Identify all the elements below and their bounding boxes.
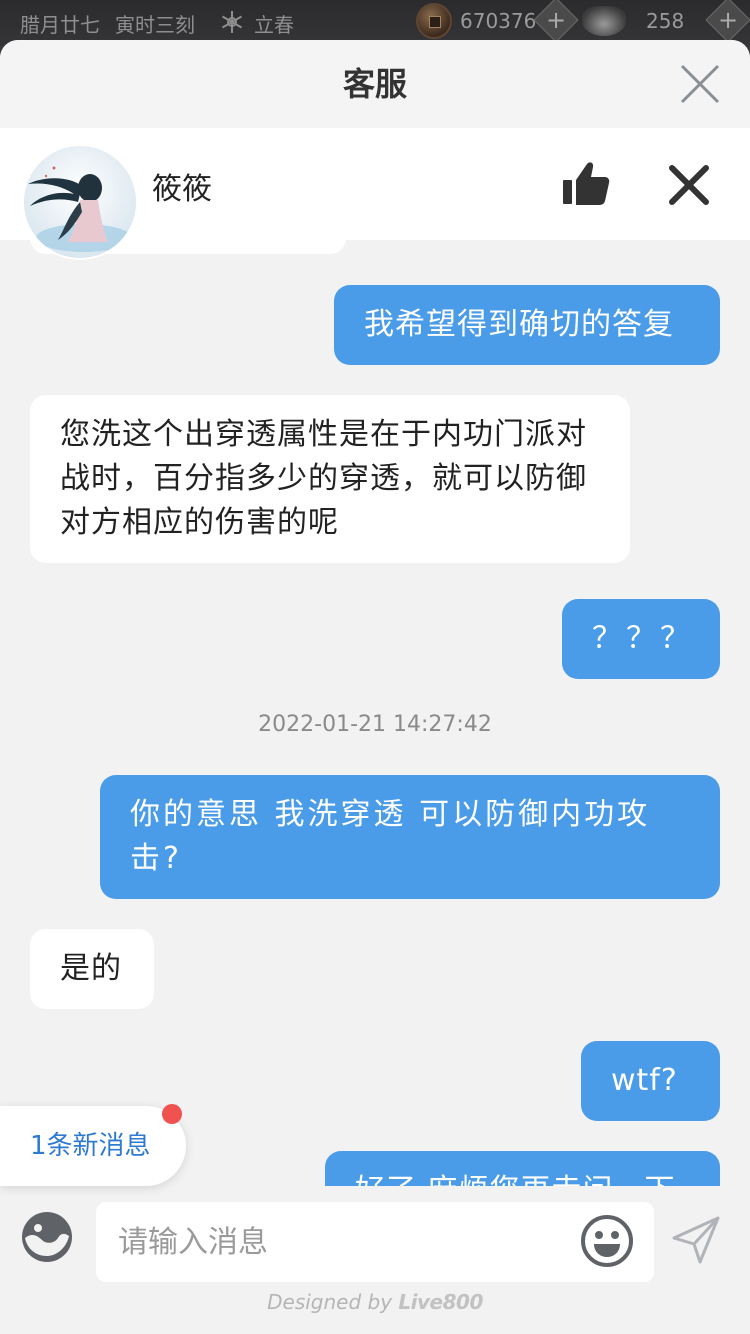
- agent-bar: 筱筱: [0, 128, 750, 258]
- footer-brand: Live800: [398, 1290, 483, 1314]
- modal-title: 客服: [342, 65, 407, 103]
- message-bubble-me: 好了 麻烦您再走问一下: [325, 1151, 720, 1186]
- solar-term: 立春: [254, 13, 294, 37]
- game-time: 寅时三刻: [115, 13, 195, 37]
- ingot-count: 258: [646, 9, 685, 33]
- message-bubble-agent: 您洗这个出穿透属性是在于内功门派对战时，百分指多少的穿透，就可以防御对方相应的伤…: [30, 395, 630, 563]
- emoji-icon[interactable]: [580, 1214, 634, 1268]
- agent-name: 筱筱: [152, 172, 212, 207]
- message-bubble-me: wtf?: [581, 1041, 720, 1121]
- add-coins-button[interactable]: +: [533, 0, 579, 43]
- new-message-indicator[interactable]: 1条新消息: [0, 1106, 186, 1186]
- tools-toggle-icon[interactable]: [20, 1210, 74, 1264]
- coin-count: 670376: [460, 9, 537, 33]
- message-bubble-me: ？？？: [562, 599, 720, 679]
- lunar-date: 腊月廿七: [20, 13, 100, 37]
- modal-header: 客服: [0, 40, 750, 128]
- close-icon[interactable]: [676, 60, 724, 108]
- message-input[interactable]: [96, 1202, 654, 1282]
- chat-message-list[interactable]: 我希望得到确切的答复 您洗这个出穿透属性是在于内功门派对战时，百分指多少的穿透，…: [0, 240, 750, 1186]
- footer-prefix: Designed by: [267, 1290, 393, 1314]
- unread-dot: [162, 1104, 182, 1124]
- send-icon[interactable]: [670, 1214, 722, 1266]
- message-bubble-me: 你的意思 我洗穿透 可以防御内功攻击?: [100, 775, 720, 899]
- powered-by-footer: Designed by Live800: [0, 1290, 750, 1314]
- silver-ingot-icon: [582, 6, 626, 36]
- snowflake-icon: [221, 11, 243, 33]
- message-bubble-agent: 是的: [30, 929, 154, 1009]
- thumbs-up-icon[interactable]: [560, 158, 612, 210]
- end-chat-icon[interactable]: [666, 162, 712, 208]
- copper-coin-icon: [416, 3, 452, 39]
- agent-avatar: [24, 146, 136, 258]
- add-ingots-button[interactable]: +: [705, 0, 750, 43]
- customer-service-modal: 客服 筱筱 我希望得到确切的答复 您洗这个出穿透属性是在于内功门派对战时，百分指…: [0, 40, 750, 1334]
- message-timestamp: 2022-01-21 14:27:42: [258, 712, 492, 737]
- message-bubble-me: 我希望得到确切的答复: [334, 285, 720, 365]
